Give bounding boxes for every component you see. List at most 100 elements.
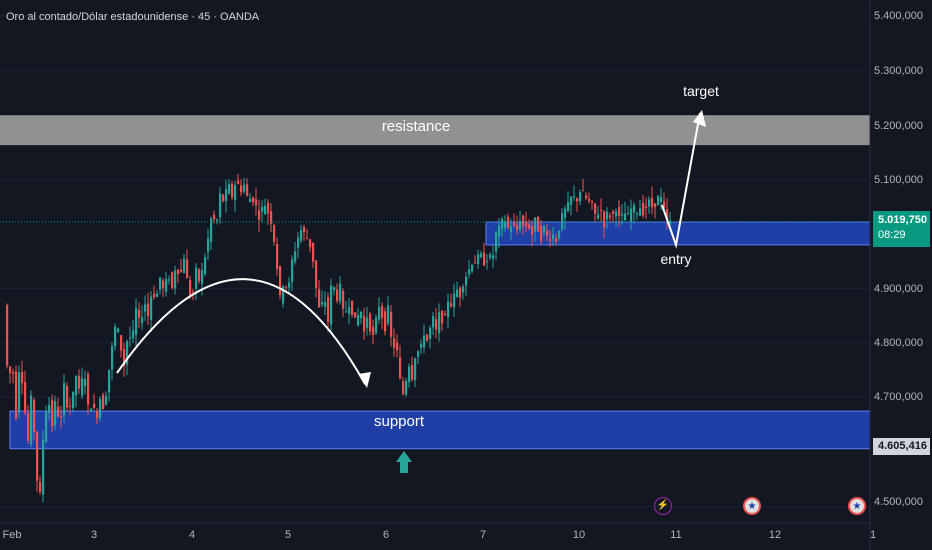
- candle-body: [438, 312, 441, 334]
- candle-body: [306, 237, 309, 239]
- candle-body: [204, 257, 207, 275]
- price-tick: 5.200,000: [874, 120, 923, 132]
- lightning-icon[interactable]: ⚡: [654, 497, 672, 515]
- candle-body: [423, 335, 426, 348]
- date-tick: Feb: [2, 529, 22, 541]
- candle-body: [21, 372, 24, 383]
- candle-body: [510, 226, 513, 233]
- candle-body: [480, 253, 483, 257]
- candle-body: [393, 338, 396, 348]
- candle-body: [435, 319, 438, 330]
- candle-body: [222, 194, 225, 202]
- candle-body: [573, 196, 576, 198]
- candle-body: [531, 225, 534, 235]
- candle-body: [42, 439, 45, 495]
- candle-body: [357, 315, 360, 326]
- candle-body: [303, 227, 306, 233]
- candle-body: [366, 317, 369, 328]
- us-flag-icon[interactable]: ★: [848, 497, 866, 515]
- candle-body: [264, 205, 267, 215]
- candle-body: [483, 252, 486, 266]
- candle-body: [552, 234, 555, 240]
- candle-body: [660, 197, 663, 202]
- candle-body: [321, 301, 324, 305]
- candle-body: [81, 378, 84, 396]
- candle-body: [375, 317, 378, 333]
- support-label: support: [373, 413, 425, 430]
- candle-body: [186, 259, 189, 279]
- zones: [0, 115, 871, 450]
- candle-body: [72, 391, 75, 408]
- candle-body: [579, 191, 582, 202]
- candle-body: [657, 196, 660, 206]
- candle-body: [300, 229, 303, 241]
- candle-body: [261, 207, 264, 212]
- date-tick: 4: [188, 529, 196, 541]
- candle-body: [156, 293, 159, 297]
- candle-body: [537, 217, 540, 232]
- candle-body: [627, 213, 630, 215]
- candle-body: [108, 369, 111, 393]
- candle-body: [414, 358, 417, 380]
- candle-body: [201, 269, 204, 284]
- price-chart[interactable]: [0, 0, 932, 550]
- candle-body: [390, 311, 393, 337]
- candle-body: [27, 413, 30, 441]
- candle-body: [141, 317, 144, 324]
- date-tick: 11: [670, 529, 682, 541]
- candle-body: [564, 208, 567, 218]
- candle-body: [57, 406, 60, 417]
- candle-body: [246, 184, 249, 196]
- candle-body: [75, 376, 78, 396]
- candle-body: [294, 251, 297, 262]
- candle-body: [570, 196, 573, 205]
- countdown-timer: 08:29: [878, 229, 906, 241]
- candle-body: [297, 237, 300, 248]
- candle-body: [420, 343, 423, 348]
- candle-body: [546, 230, 549, 236]
- candle-body: [252, 197, 255, 203]
- candle-body: [111, 346, 114, 370]
- candle-body: [471, 264, 474, 272]
- candle-body: [267, 202, 270, 214]
- candle-body: [84, 379, 87, 386]
- candle-body: [87, 374, 90, 405]
- candle-body: [324, 301, 327, 307]
- candle-body: [648, 199, 651, 207]
- curve-arrow-head: [358, 372, 371, 388]
- candle-body: [549, 238, 552, 242]
- candle-body: [567, 202, 570, 212]
- candle-body: [168, 279, 171, 281]
- candle-body: [333, 287, 336, 291]
- candle-body: [447, 301, 450, 318]
- candle-body: [540, 225, 543, 242]
- candle-body: [243, 184, 246, 192]
- candle-body: [603, 211, 606, 228]
- price-tick: 4.500,000: [874, 496, 923, 508]
- candle-body: [558, 230, 561, 239]
- candle-body: [555, 237, 558, 242]
- candle-body: [459, 287, 462, 298]
- candle-body: [372, 326, 375, 336]
- candle-body: [378, 306, 381, 320]
- candle-body: [408, 366, 411, 382]
- candle-body: [585, 195, 588, 199]
- candle-body: [54, 400, 57, 426]
- candle-body: [498, 225, 501, 237]
- candle-body: [258, 210, 261, 220]
- candle-body: [444, 313, 447, 316]
- candle-body: [330, 285, 333, 325]
- candle-body: [594, 203, 597, 214]
- candle-body: [6, 304, 9, 366]
- candle-body: [315, 260, 318, 289]
- candle-body: [618, 206, 621, 216]
- candle-body: [228, 184, 231, 194]
- us-flag-icon[interactable]: ★: [743, 497, 761, 515]
- price-tick: 5.400,000: [874, 10, 923, 22]
- candle-body: [600, 209, 603, 211]
- candle-body: [234, 185, 237, 201]
- candle-body: [48, 405, 51, 413]
- candle-body: [15, 371, 18, 419]
- candle-body: [606, 211, 609, 220]
- candle-body: [285, 286, 288, 288]
